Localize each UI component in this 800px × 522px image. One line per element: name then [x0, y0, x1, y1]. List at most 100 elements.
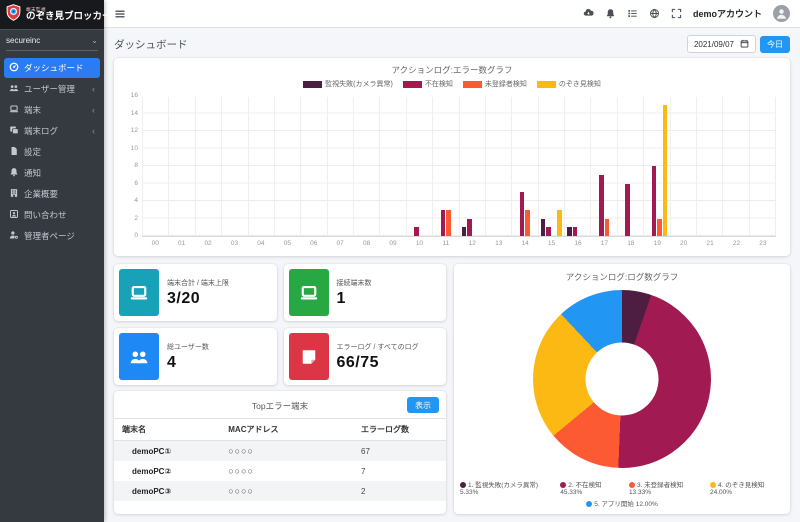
legend-item[interactable]: 3. 未登録者検知 13.33% [629, 479, 703, 496]
bar-group-hour-21 [696, 97, 722, 236]
bar-不在検知 [467, 219, 472, 237]
bell-icon [9, 167, 19, 179]
bar-group-hour-00 [142, 97, 168, 236]
bar-のぞき見検知 [663, 105, 668, 236]
task-list-icon[interactable] [627, 8, 638, 19]
legend-item[interactable]: 5. アプリ開始 12.00% [586, 498, 658, 508]
laptop-icon [119, 269, 159, 316]
fullscreen-expand-icon[interactable] [671, 8, 682, 19]
legend-dot [586, 501, 592, 507]
sidebar-item-user-management[interactable]: ユーザー管理 ‹ [4, 79, 100, 99]
bar-不在検知 [573, 227, 578, 236]
x-tick-label: 23 [750, 240, 776, 247]
legend-item[interactable]: 不在検知 [403, 79, 453, 89]
sidebar-item-notifications[interactable]: 通知 [4, 163, 100, 183]
sidebar-item-label: 通知 [24, 167, 41, 179]
dashboard-gauge-icon [9, 62, 19, 74]
legend-item[interactable]: 2. 不在検知 45.33% [560, 479, 622, 496]
sidebar-item-device-logs[interactable]: 端末ログ ‹ [4, 121, 100, 141]
sidebar-item-dashboard[interactable]: ダッシュボード [4, 58, 100, 78]
cloud-download-icon[interactable] [583, 8, 594, 19]
chevron-down-icon: ⌄ [91, 36, 98, 45]
sidebar-item-admin-page[interactable]: 管理者ページ [4, 226, 100, 246]
date-input[interactable]: 2021/09/07 [687, 35, 756, 53]
donut-chart [533, 290, 711, 468]
x-tick-label: 15 [538, 240, 564, 247]
bar-group-hour-10 [406, 97, 432, 236]
legend-label: 2. 不在検知 45.33% [560, 482, 601, 496]
y-tick-label: 4 [134, 197, 138, 204]
column-header-device-name: 端末名 [114, 419, 220, 441]
sidebar-item-devices[interactable]: 端末 ‹ [4, 100, 100, 120]
stat-value: 1 [337, 290, 372, 308]
legend-dot [460, 482, 466, 488]
x-tick-label: 01 [168, 240, 194, 247]
date-value: 2021/09/07 [694, 40, 734, 49]
y-tick-label: 8 [134, 162, 138, 169]
chevron-left-icon: ‹ [92, 106, 95, 115]
users-icon [119, 333, 159, 380]
avatar[interactable] [773, 5, 790, 22]
x-tick-label: 10 [406, 240, 432, 247]
legend-label: 3. 未登録者検知 13.33% [629, 482, 683, 496]
show-button[interactable]: 表示 [407, 397, 439, 413]
x-tick-label: 19 [644, 240, 670, 247]
bar-group-hour-03 [221, 97, 247, 236]
hamburger-menu-icon[interactable] [114, 8, 126, 20]
legend-label: 1. 監視失敗(カメラ異常) 5.33% [460, 482, 538, 496]
stat-card-error-logs: エラーログ / すべてのログ 66/75 [284, 328, 447, 385]
calendar-icon[interactable] [740, 39, 749, 50]
file-icon [9, 146, 19, 158]
bar-chart-title: アクションログ:エラー数グラフ [122, 64, 782, 76]
bar-監視失敗(カメラ異常) [462, 227, 467, 236]
table-row[interactable]: demoPC① ○○○○ 67 [114, 441, 446, 462]
legend-item[interactable]: 4. のぞき見検知 24.00% [710, 479, 784, 496]
sidebar-item-company-overview[interactable]: 企業概要 [4, 184, 100, 204]
table-row[interactable]: demoPC② ○○○○ 7 [114, 461, 446, 481]
bar-不在検知 [546, 227, 551, 236]
sidebar-item-label: 企業概要 [24, 188, 58, 200]
note-icon [289, 333, 329, 380]
globe-icon[interactable] [649, 8, 660, 19]
top-navbar: demoアカウント [104, 0, 800, 28]
top-error-devices-table: 端末名 MACアドレス エラーログ数 demoPC① ○○○○ 67 [114, 418, 446, 501]
bar-group-hour-02 [195, 97, 221, 236]
error-count: 67 [353, 441, 446, 462]
legend-item[interactable]: 監視失敗(カメラ異常) [303, 79, 393, 89]
sidebar-item-settings[interactable]: 設定 [4, 142, 100, 162]
legend-item[interactable]: のぞき見検知 [537, 79, 601, 89]
admin-user-gear-icon [9, 230, 19, 242]
bar-不在検知 [520, 192, 525, 236]
bar-group-hour-01 [168, 97, 194, 236]
table-row[interactable]: demoPC③ ○○○○ 2 [114, 481, 446, 501]
sidebar-item-contact[interactable]: 問い合わせ [4, 205, 100, 225]
bell-icon[interactable] [605, 8, 616, 19]
brand-title: のぞき見ブロッカー [26, 12, 112, 22]
device-log-icon [9, 125, 19, 137]
stat-label: エラーログ / すべてのログ [337, 342, 419, 352]
today-button[interactable]: 今日 [760, 36, 790, 53]
legend-item[interactable]: 未登録者検知 [463, 79, 527, 89]
legend-swatch [463, 81, 482, 88]
brand[interactable]: 端末監視 のぞき見ブロッカー [0, 0, 104, 30]
stat-value: 3/20 [167, 290, 229, 308]
main-area: demoアカウント ダッシュボード 2021/09/07 今日 アクションログ:… [104, 0, 800, 522]
sidebar: 端末監視 のぞき見ブロッカー secureinc ⌄ ダッシュボード ユーザー管… [0, 0, 104, 522]
stat-card-connected-devices: 接続端末数 1 [284, 264, 447, 321]
chevron-left-icon: ‹ [92, 85, 95, 94]
x-tick-label: 21 [697, 240, 723, 247]
bar-group-hour-06 [300, 97, 326, 236]
bar-監視失敗(カメラ異常) [541, 219, 546, 237]
error-bar-chart-card: アクションログ:エラー数グラフ 監視失敗(カメラ異常) 不在検知 未登録者検知 … [114, 58, 790, 256]
legend-item[interactable]: 1. 監視失敗(カメラ異常) 5.33% [460, 479, 553, 496]
sidebar-item-label: 管理者ページ [24, 230, 75, 242]
account-name[interactable]: demoアカウント [693, 7, 762, 20]
company-select[interactable]: secureinc ⌄ [6, 36, 98, 51]
contact-person-icon [9, 209, 19, 221]
x-tick-label: 08 [353, 240, 379, 247]
bar-group-hour-14 [511, 97, 537, 236]
legend-swatch [403, 81, 422, 88]
stat-value: 66/75 [337, 354, 419, 372]
bar-不在検知 [441, 210, 446, 236]
building-icon [9, 188, 19, 200]
